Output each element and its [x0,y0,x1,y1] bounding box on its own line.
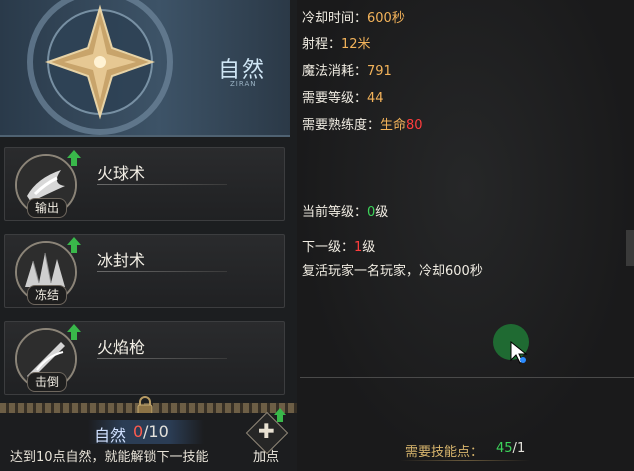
points-max: /10 [143,422,169,441]
skill-card-fireball[interactable]: 输出 火球术 [4,147,285,221]
required-points-underline [400,460,530,461]
level-req-value: 44 [367,91,384,106]
skill-name: 火焰枪 [97,338,146,357]
cooldown-row: 冷却时间：600秒 [302,7,405,26]
cooldown-label: 冷却时间： [302,11,368,26]
mana-label: 魔法消耗： [302,64,368,79]
skill-tag: 击倒 [27,372,67,392]
next-level-desc: 复活玩家一名玩家，冷却600秒 [302,264,483,279]
proficiency-value: 80 [406,118,423,133]
range-label: 射程： [302,37,342,52]
skill-divider [97,184,227,185]
up-arrow-icon [67,324,81,340]
proficiency-name: 生命 [380,118,407,133]
skill-name: 火球术 [97,164,146,183]
range-row: 射程：12米 [302,33,371,52]
current-level-label: 当前等级： [302,205,368,220]
skill-card-fire-spear[interactable]: 击倒 火焰枪 [4,321,285,395]
skill-divider [97,358,227,359]
current-level-row: 当前等级：0级 [302,201,388,220]
mana-row: 魔法消耗：791 [302,60,392,79]
plus-icon: ✚ [258,419,275,443]
level-req-label: 需要等级： [302,91,368,106]
unlock-hint: 达到10点自然，就能解锁下一技能 [10,450,209,465]
up-arrow-icon [67,237,81,253]
skill-tag: 冻结 [27,285,67,305]
cross-emblem-icon [27,0,173,135]
cooldown-value: 600秒 [367,11,405,26]
skill-tag: 输出 [27,198,67,218]
cursor-icon [510,341,528,364]
up-arrow-icon [274,408,286,422]
mana-value: 791 [367,64,392,79]
proficiency-label: 需要熟练度： [302,118,381,133]
skill-card-freeze[interactable]: 冻结 冰封术 [4,234,285,308]
skill-panel: 自然 ZIRAN 输出 火球术 冻结 冰封术 击倒 火焰枪 自然 0 /10 达… [0,0,297,471]
proficiency-row: 需要熟练度：生命80 [302,114,423,133]
required-points-label: 需要技能点： [405,445,484,460]
current-level-unit: 级 [375,205,389,220]
points-label: 自然 [94,426,127,445]
panel-edge-tab[interactable] [626,230,634,266]
up-arrow-icon [67,150,81,166]
next-level-row: 下一级：1级 [302,236,375,255]
level-req-row: 需要等级：44 [302,87,384,106]
add-point-label[interactable]: 加点 [253,446,279,465]
school-subtitle: ZIRAN [230,80,257,88]
next-level-unit: 级 [362,240,376,255]
required-points-value: 45/1 [496,441,526,456]
next-level-label: 下一级： [302,240,355,255]
detail-divider [300,377,634,378]
points-current: 0 [133,422,144,441]
skill-divider [97,271,227,272]
skill-name: 冰封术 [97,251,146,270]
range-value: 12米 [341,37,371,52]
school-banner[interactable]: 自然 ZIRAN [0,0,290,137]
